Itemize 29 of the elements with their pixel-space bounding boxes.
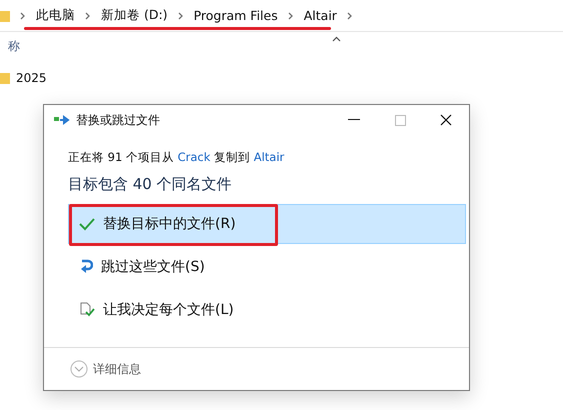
copy-message: 正在将 91 个项目从 Crack 复制到 Altair bbox=[68, 150, 286, 165]
chevron-icon bbox=[178, 12, 184, 20]
option-item[interactable]: 跳过这些文件(S) bbox=[68, 247, 466, 287]
breadcrumb-item[interactable]: Altair bbox=[304, 8, 337, 23]
option-item[interactable]: 替换目标中的文件(R) bbox=[68, 204, 466, 244]
chevron-icon bbox=[20, 12, 26, 20]
undo-arrow-icon bbox=[79, 259, 93, 275]
breadcrumb-item[interactable]: Program Files bbox=[194, 8, 278, 23]
column-header[interactable]: 称 bbox=[8, 38, 20, 54]
breadcrumb-item[interactable]: 此电脑 bbox=[36, 7, 75, 24]
file-name[interactable]: 2025 bbox=[16, 71, 47, 85]
chevron-icon bbox=[346, 12, 353, 20]
move-files-icon bbox=[54, 114, 70, 126]
document-check-icon bbox=[79, 302, 95, 318]
close-icon[interactable] bbox=[440, 114, 452, 126]
target-link[interactable]: Altair bbox=[254, 150, 284, 164]
chevron-icon bbox=[85, 12, 91, 20]
chevron-icon bbox=[288, 12, 294, 20]
breadcrumb-item[interactable]: 新加卷 (D:) bbox=[101, 7, 168, 24]
window-title: 替换或跳过文件 bbox=[76, 112, 161, 128]
minimize-icon[interactable] bbox=[348, 119, 360, 121]
folder-icon bbox=[0, 71, 10, 85]
source-link[interactable]: Crack bbox=[178, 150, 210, 164]
details-toggle[interactable]: 详细信息 bbox=[93, 360, 141, 378]
conflict-heading: 目标包含 40 个同名文件 bbox=[68, 175, 233, 194]
option-item[interactable]: 让我决定每个文件(L) bbox=[68, 290, 466, 330]
sort-caret-icon bbox=[332, 36, 341, 42]
folder-icon bbox=[0, 8, 10, 22]
checkmark-icon bbox=[79, 217, 95, 231]
